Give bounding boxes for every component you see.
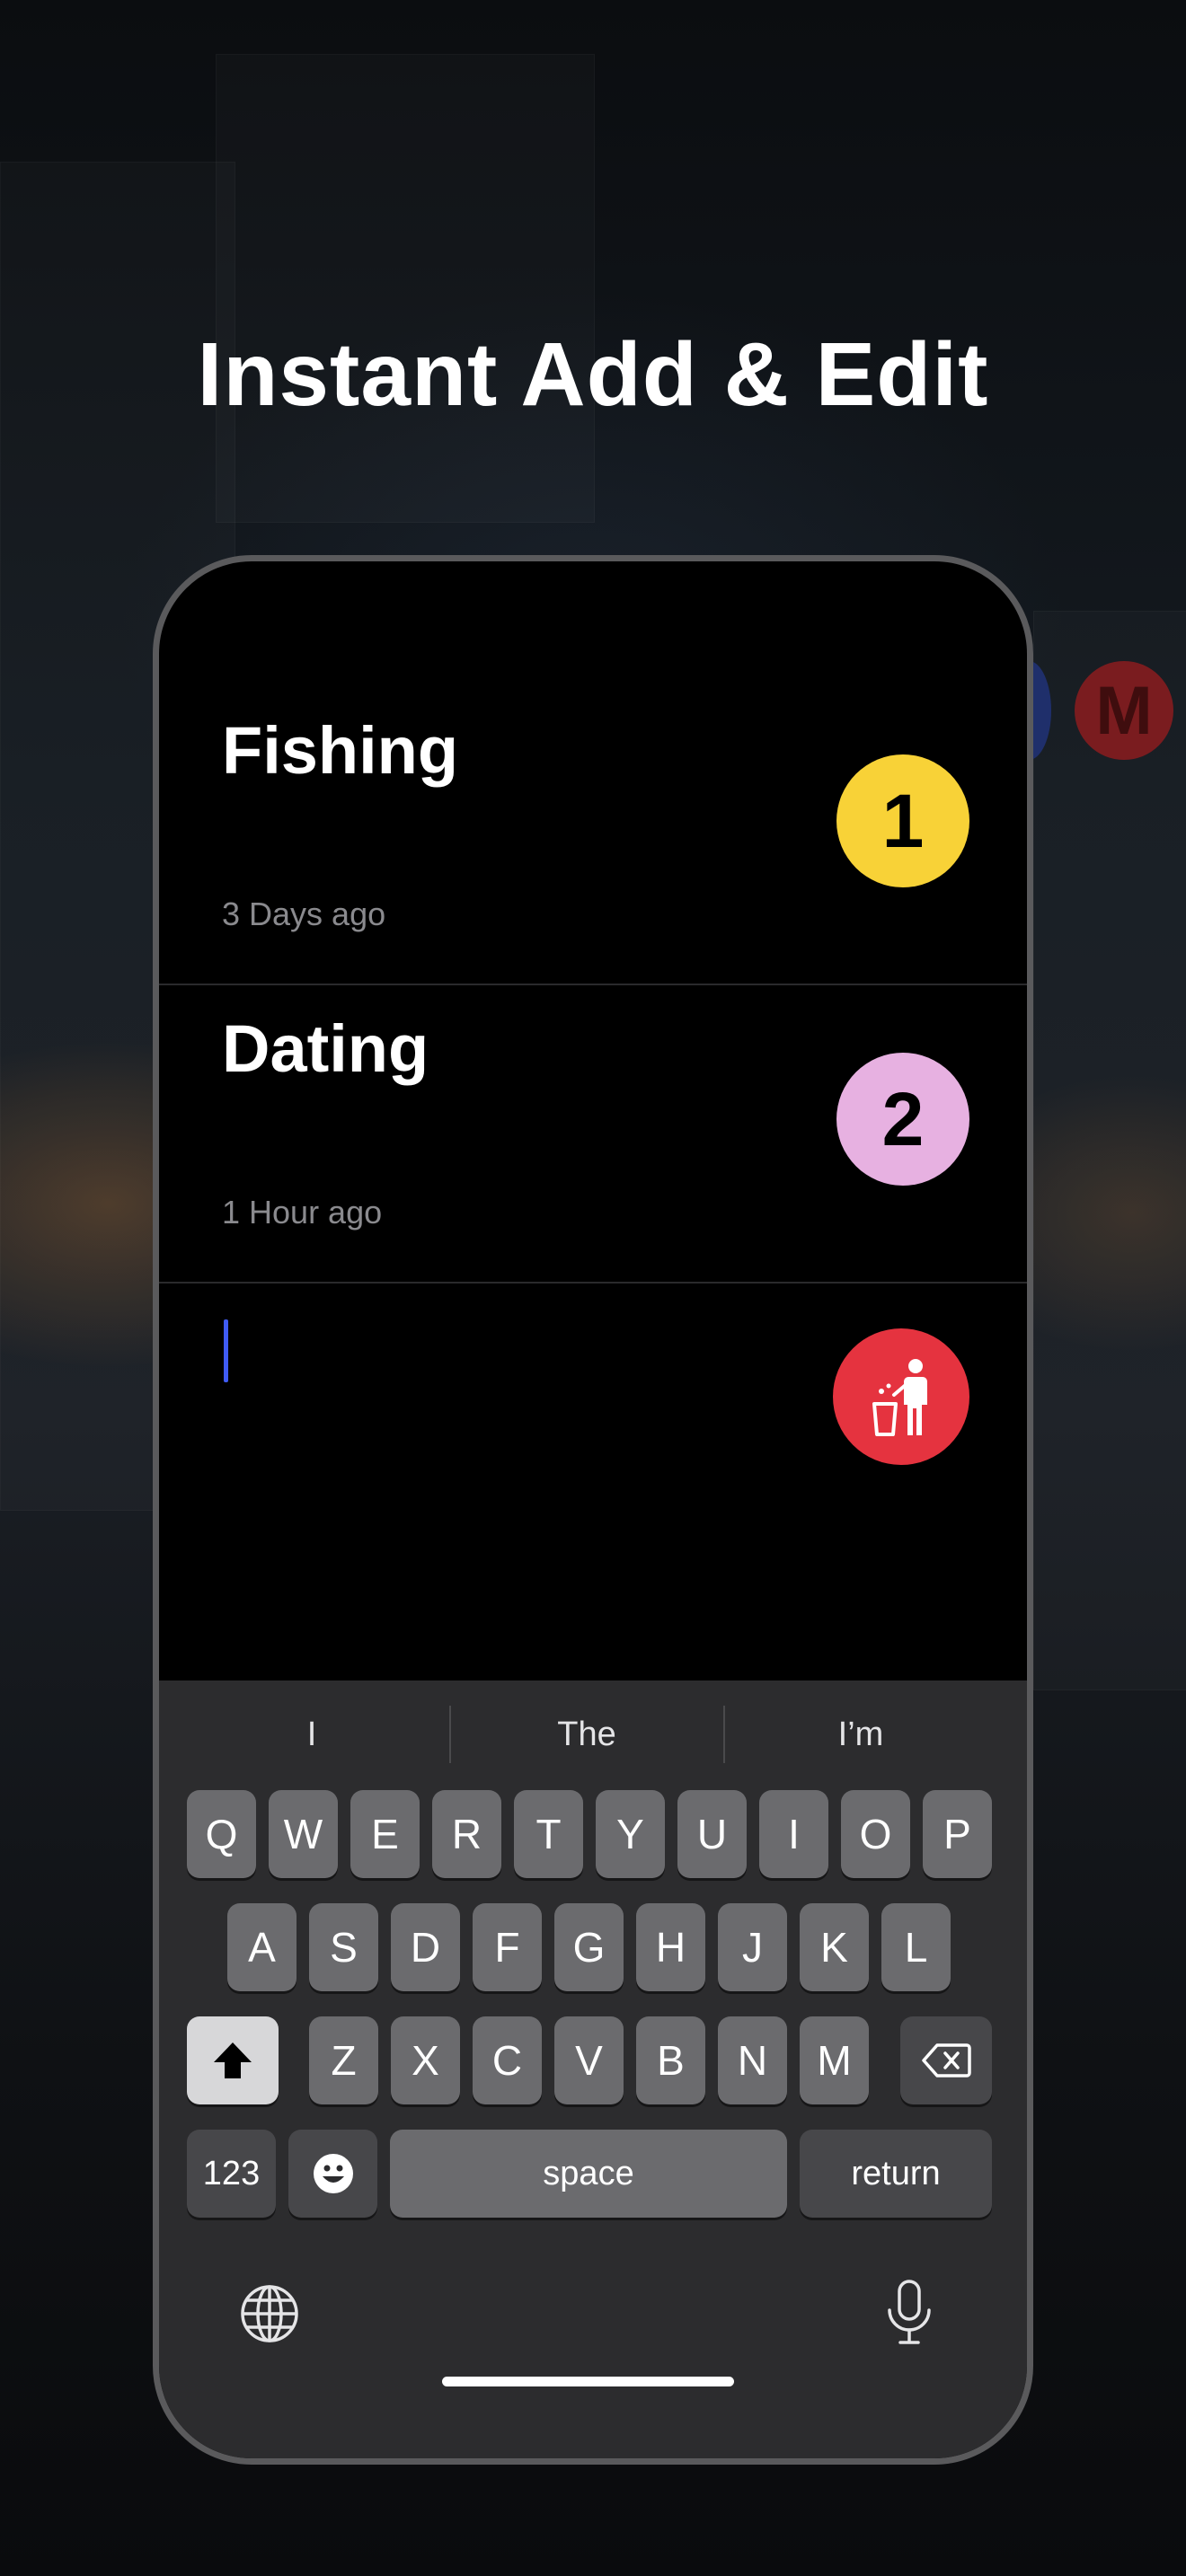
return-key[interactable]: return bbox=[800, 2130, 992, 2218]
entry-title[interactable]: Dating bbox=[222, 1010, 429, 1087]
entry-timestamp: 1 Hour ago bbox=[222, 1194, 383, 1231]
suggestion-item[interactable]: I’m bbox=[726, 1681, 996, 1788]
key-o[interactable]: O bbox=[841, 1790, 910, 1878]
key-h[interactable]: H bbox=[636, 1903, 705, 1991]
key-a[interactable]: A bbox=[227, 1903, 296, 1991]
key-s[interactable]: S bbox=[309, 1903, 378, 1991]
globe-icon bbox=[238, 2282, 301, 2345]
headline: Instant Add & Edit bbox=[197, 324, 989, 425]
key-c[interactable]: C bbox=[473, 2016, 542, 2104]
keyboard: I The I’m Q W E R T Y U I O P A S D F G … bbox=[159, 1681, 1027, 2458]
key-u[interactable]: U bbox=[677, 1790, 747, 1878]
list-item[interactable]: Dating 1 Hour ago 2 bbox=[159, 984, 1027, 1284]
text-cursor bbox=[224, 1319, 228, 1382]
suggestion-bar: I The I’m bbox=[159, 1681, 1027, 1788]
suggestion-divider bbox=[723, 1706, 725, 1763]
suggestion-item[interactable]: The bbox=[452, 1681, 721, 1788]
key-y[interactable]: Y bbox=[596, 1790, 665, 1878]
space-key[interactable]: space bbox=[390, 2130, 787, 2218]
key-w[interactable]: W bbox=[269, 1790, 338, 1878]
delete-button[interactable] bbox=[833, 1328, 969, 1465]
key-q[interactable]: Q bbox=[187, 1790, 256, 1878]
entry-timestamp: 3 Days ago bbox=[222, 895, 386, 932]
count-badge[interactable]: 1 bbox=[836, 754, 969, 887]
key-m[interactable]: M bbox=[800, 2016, 869, 2104]
suggestion-item[interactable]: I bbox=[177, 1681, 447, 1788]
key-g[interactable]: G bbox=[554, 1903, 624, 1991]
key-v[interactable]: V bbox=[554, 2016, 624, 2104]
key-k[interactable]: K bbox=[800, 1903, 869, 1991]
key-b[interactable]: B bbox=[636, 2016, 705, 2104]
backspace-icon bbox=[921, 2042, 971, 2078]
home-indicator[interactable] bbox=[442, 2377, 734, 2386]
metro-sign: M bbox=[1075, 661, 1173, 760]
count-badge[interactable]: 2 bbox=[836, 1053, 969, 1186]
key-e[interactable]: E bbox=[350, 1790, 420, 1878]
key-f[interactable]: F bbox=[473, 1903, 542, 1991]
numbers-key[interactable]: 123 bbox=[187, 2130, 276, 2218]
key-d[interactable]: D bbox=[391, 1903, 460, 1991]
trash-person-icon bbox=[854, 1350, 948, 1443]
list-item[interactable]: Fishing 3 Days ago 1 bbox=[159, 685, 1027, 985]
shift-key[interactable] bbox=[187, 2016, 279, 2104]
emoji-icon bbox=[311, 2151, 356, 2196]
emoji-key[interactable] bbox=[288, 2130, 377, 2218]
key-n[interactable]: N bbox=[718, 2016, 787, 2104]
key-j[interactable]: J bbox=[718, 1903, 787, 1991]
app-screen: Fishing 3 Days ago 1 Dating 1 Hour ago 2 bbox=[159, 561, 1027, 2458]
key-x[interactable]: X bbox=[391, 2016, 460, 2104]
backspace-key[interactable] bbox=[900, 2016, 992, 2104]
entry-title[interactable]: Fishing bbox=[222, 712, 458, 789]
phone-frame: Fishing 3 Days ago 1 Dating 1 Hour ago 2 bbox=[153, 555, 1033, 2465]
new-entry-input[interactable] bbox=[159, 1284, 1027, 1661]
key-i[interactable]: I bbox=[759, 1790, 828, 1878]
shift-icon bbox=[211, 2040, 254, 2081]
key-z[interactable]: Z bbox=[309, 2016, 378, 2104]
globe-button[interactable] bbox=[238, 2282, 301, 2345]
suggestion-divider bbox=[449, 1706, 451, 1763]
microphone-icon bbox=[882, 2278, 936, 2348]
key-p[interactable]: P bbox=[923, 1790, 992, 1878]
dictation-button[interactable] bbox=[882, 2278, 936, 2348]
key-l[interactable]: L bbox=[881, 1903, 951, 1991]
key-r[interactable]: R bbox=[432, 1790, 501, 1878]
key-t[interactable]: T bbox=[514, 1790, 583, 1878]
